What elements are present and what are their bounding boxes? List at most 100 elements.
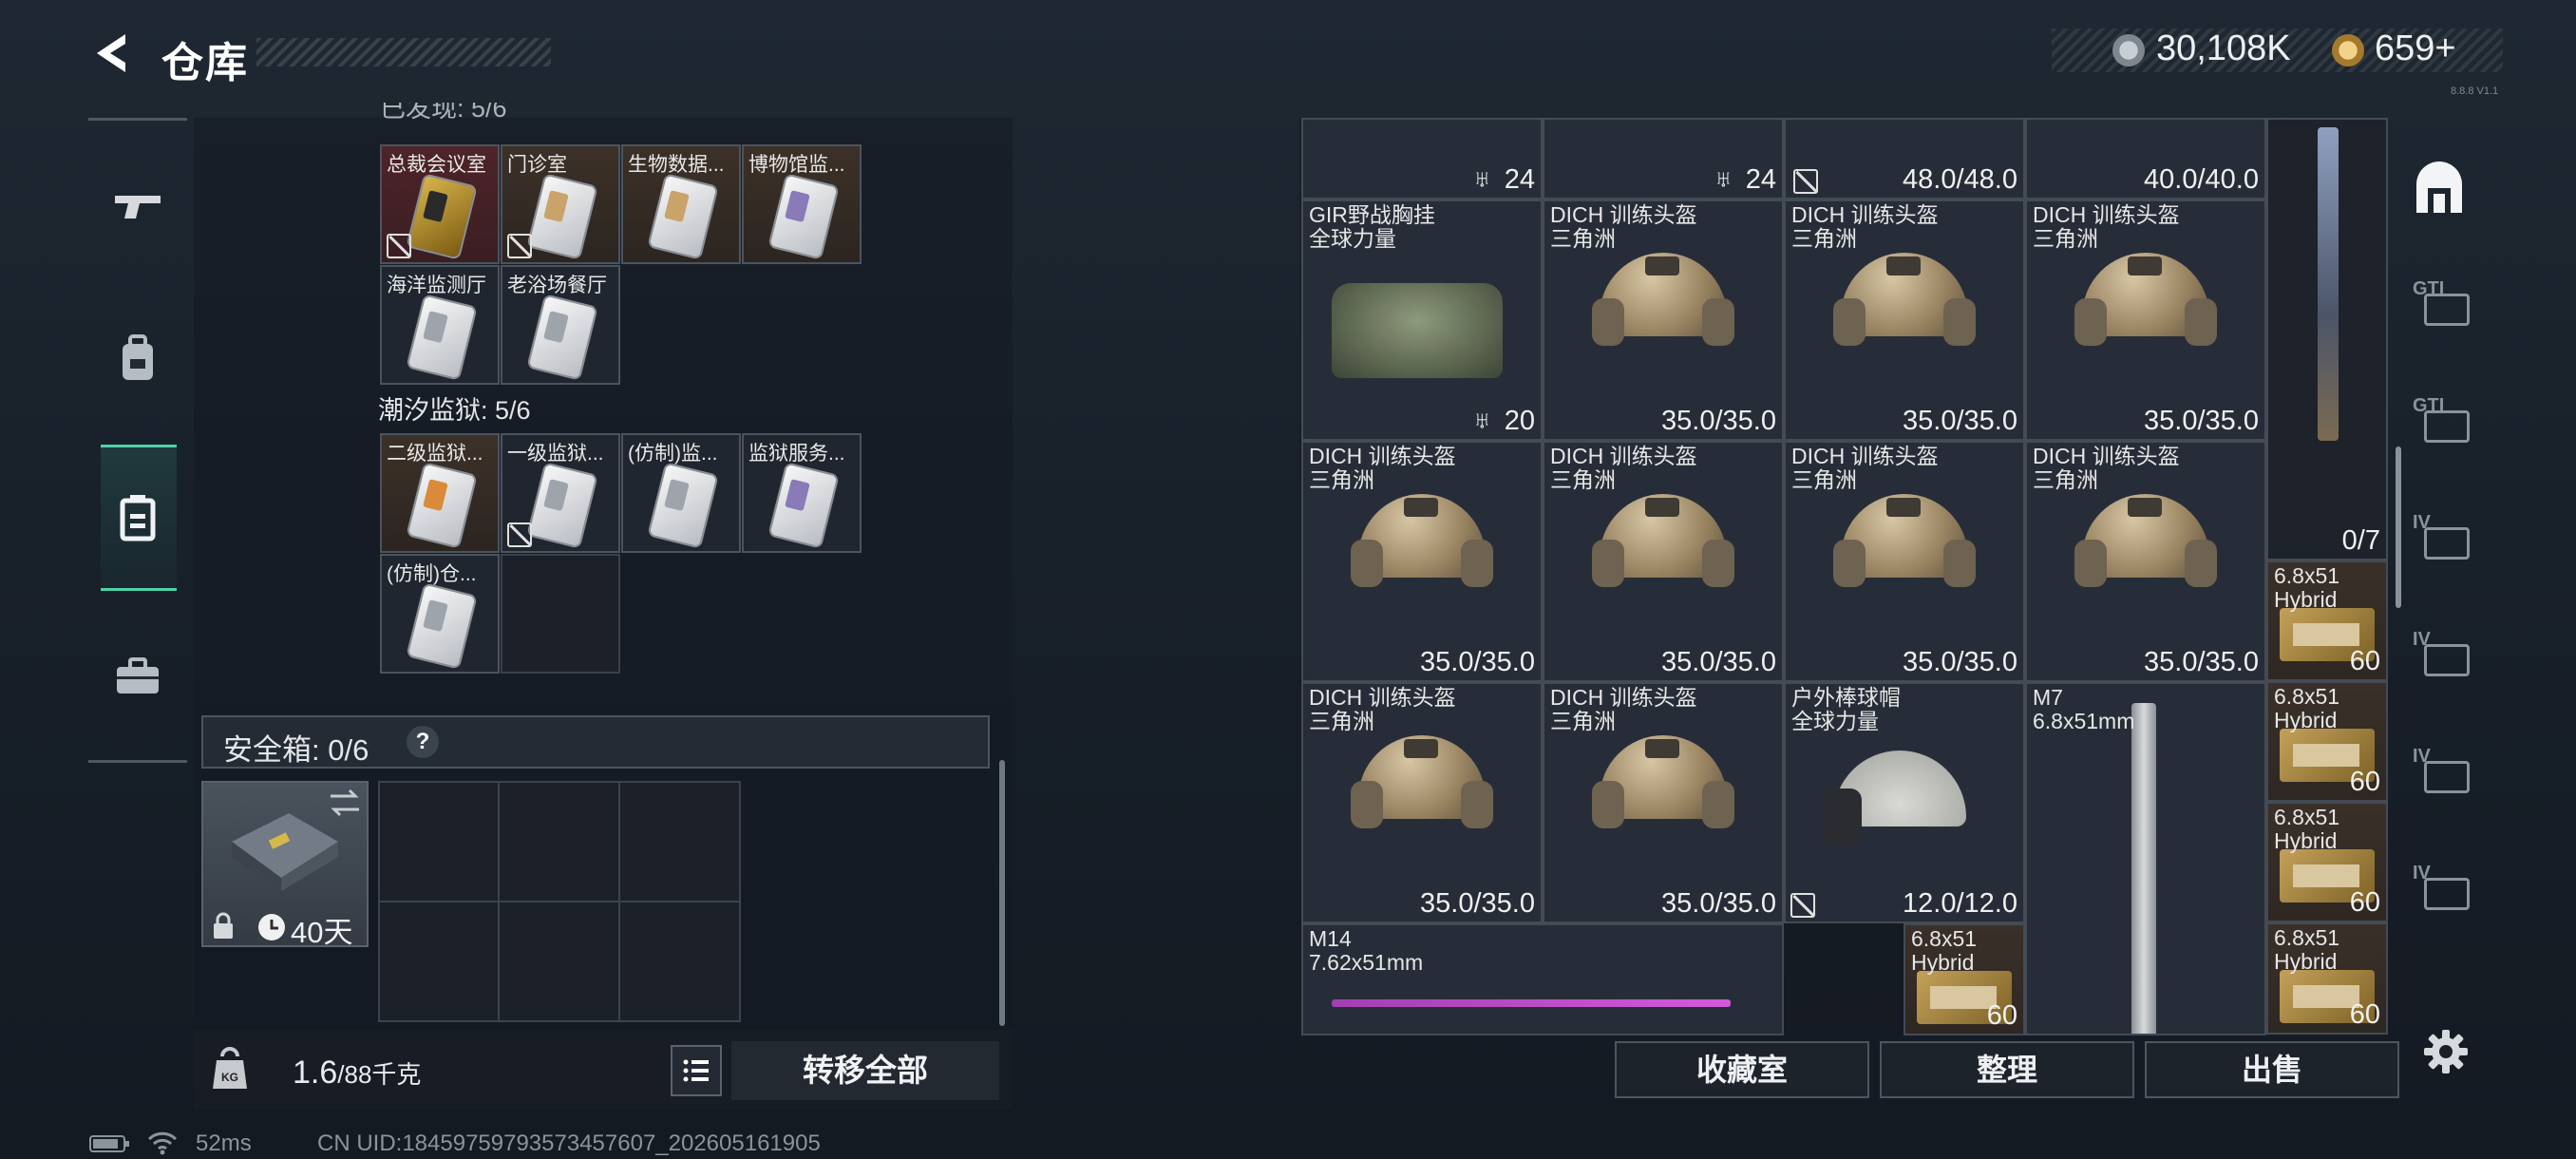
stash-item-slot[interactable]: DICH 训练头盔 三角洲 35.0/35.0	[1543, 682, 1784, 923]
helmet-earpiece	[1943, 540, 1976, 587]
iv-1-icon[interactable]: IV	[2411, 512, 2479, 571]
stash-item-slot[interactable]: 6.8x51 Hybrid 60	[2266, 560, 2388, 681]
collection-room-button[interactable]: 收藏室	[1615, 1041, 1869, 1098]
item-name: 6.8x51 Hybrid	[1911, 927, 1977, 975]
weapon-attachment-count: 0/7	[2341, 525, 2380, 556]
item-count-icon: ♅	[1472, 406, 1492, 434]
weight-readout: 1.6/88千克	[293, 1054, 421, 1092]
stash-item-slot[interactable]: DICH 训练头盔 三角洲 35.0/35.0	[1784, 200, 2025, 441]
stash-item-slot[interactable]: DICH 训练头盔 三角洲 35.0/35.0	[1784, 441, 2025, 682]
item-name-line1: GIR野战胸挂	[1309, 202, 1435, 227]
stash-item-slot[interactable]: DICH 训练头盔 三角洲 35.0/35.0	[1301, 682, 1543, 923]
keycard-slot[interactable]: 老浴场餐厅	[501, 265, 620, 385]
back-arrow-icon[interactable]	[87, 28, 137, 78]
keycard-slot[interactable]: 海洋监测厅	[380, 265, 500, 385]
swap-icon[interactable]	[327, 787, 363, 819]
briefcase-icon[interactable]	[100, 638, 176, 714]
no-trade-icon	[507, 522, 532, 547]
gear-icon[interactable]	[2420, 1026, 2472, 1077]
helmet-earpiece	[1833, 540, 1866, 587]
container-icon[interactable]	[100, 480, 176, 556]
keycard-name: 门诊室	[507, 154, 567, 176]
helmet-mount	[2128, 256, 2162, 276]
stash-item-slot[interactable]: 48.0/48.0	[1784, 118, 2025, 200]
stash-item-slot[interactable]: 6.8x51 Hybrid 60	[1904, 923, 2025, 1036]
keycard-chip	[543, 479, 569, 512]
keycard-name: (仿制)监...	[628, 443, 718, 465]
uid-readout: CN UID:18459759793573457607_202605161905	[317, 1130, 821, 1156]
keycard-slot[interactable]: 一级监狱...	[501, 433, 620, 553]
keycard-slot[interactable]: 监狱服务...	[742, 433, 862, 553]
list-view-button[interactable]	[671, 1045, 722, 1096]
empty-slot[interactable]	[501, 554, 620, 674]
iv-3-icon[interactable]: IV	[2411, 746, 2479, 805]
gold-coin-icon	[2332, 34, 2364, 66]
stash-item-slot[interactable]: 户外棒球帽 全球力量 12.0/12.0	[1784, 682, 2025, 923]
m14-rifle-icon	[1332, 999, 1731, 1007]
item-durability: 24	[1504, 164, 1535, 195]
category-glyph	[2424, 878, 2470, 910]
vault-icon[interactable]	[2411, 162, 2479, 220]
category-glyph	[2424, 410, 2470, 443]
keycard-icon	[406, 294, 478, 381]
helmet-mount	[1404, 498, 1438, 517]
organize-button[interactable]: 整理	[1880, 1041, 2134, 1098]
keycard-slot[interactable]: 门诊室	[501, 144, 620, 264]
backpack-icon[interactable]	[100, 321, 176, 397]
help-button[interactable]: ?	[407, 726, 439, 758]
stash-item-slot[interactable]: 40.0/40.0	[2025, 118, 2266, 200]
iv-4-icon[interactable]: IV	[2411, 863, 2479, 922]
keycard-slot[interactable]: 二级监狱...	[380, 433, 500, 553]
safe-box-grid[interactable]	[378, 781, 741, 1022]
stash-item-slot[interactable]: DICH 训练头盔 三角洲 35.0/35.0	[1301, 441, 1543, 682]
helmet-mount	[1886, 498, 1921, 517]
item-name-line2: 三角洲	[1550, 226, 1616, 251]
keycard-slot[interactable]: (仿制)仓...	[380, 554, 500, 674]
stash-item-slot[interactable]: 6.8x51 Hybrid 60	[2266, 922, 2388, 1035]
item-name: 6.8x51 Hybrid	[2274, 926, 2339, 974]
stash-item-slot[interactable]: GIR野战胸挂 全球力量 20 ♅	[1301, 200, 1543, 441]
stash-item-slot[interactable]: DICH 训练头盔 三角洲 35.0/35.0	[1543, 441, 1784, 682]
stash-item-slot[interactable]: 24 ♅	[1301, 118, 1543, 200]
gun-icon[interactable]	[100, 167, 176, 243]
item-name-line2: 三角洲	[1309, 467, 1374, 492]
keycard-icon	[526, 173, 598, 260]
item-name-line1: DICH 训练头盔	[1550, 444, 1697, 468]
stash-item-slot[interactable]: M7 6.8x51mm	[2025, 682, 2266, 1036]
safe-case-item[interactable]: 40天	[201, 781, 369, 949]
keycard-slot[interactable]: (仿制)监...	[621, 433, 741, 553]
keycard-name: 海洋监测厅	[387, 275, 486, 296]
stash-item-slot[interactable]: 0/7	[2266, 118, 2388, 560]
sell-button[interactable]: 出售	[2145, 1041, 2399, 1098]
stash-item-slot[interactable]: DICH 训练头盔 三角洲 35.0/35.0	[2025, 441, 2266, 682]
stash-item-slot[interactable]: 6.8x51 Hybrid 60	[2266, 802, 2388, 922]
item-durability: 20	[1504, 406, 1535, 436]
lock-icon	[214, 912, 233, 939]
stash-item-slot[interactable]: DICH 训练头盔 三角洲 35.0/35.0	[1543, 200, 1784, 441]
title-decoration	[256, 38, 551, 66]
keycard-slot[interactable]: 博物馆监...	[742, 144, 862, 264]
stash-item-slot[interactable]: M14 7.62x51mm	[1301, 923, 1784, 1036]
transfer-all-button[interactable]: 转移全部	[731, 1041, 999, 1100]
item-name: DICH 训练头盔 三角洲	[2033, 203, 2180, 251]
keycard-name: 监狱服务...	[748, 443, 845, 465]
helmet-earpiece	[1702, 540, 1734, 587]
keycard-slot[interactable]: 生物数据...	[621, 144, 741, 264]
item-name-line2: Hybrid	[2274, 828, 2338, 853]
iv-2-icon[interactable]: IV	[2411, 629, 2479, 688]
stash-item-slot[interactable]: 24 ♅	[1543, 118, 1784, 200]
nav-divider	[88, 118, 187, 121]
gti-icon[interactable]: GTI	[2411, 278, 2479, 337]
item-count: 60	[2349, 646, 2380, 676]
item-count: 60	[2349, 767, 2380, 797]
keycard-slot[interactable]: 总裁会议室	[380, 144, 500, 264]
stash-item-slot[interactable]: DICH 训练头盔 三角洲 35.0/35.0	[2025, 200, 2266, 441]
item-name-line1: 6.8x51	[2274, 805, 2340, 829]
item-name: DICH 训练头盔 三角洲	[1550, 203, 1697, 251]
helmet-earpiece	[1592, 298, 1624, 346]
keycard-chip	[785, 479, 810, 512]
gti-2-icon[interactable]: GTI	[2411, 395, 2479, 454]
stash-item-slot[interactable]: 6.8x51 Hybrid 60	[2266, 681, 2388, 802]
keycard-name: 总裁会议室	[387, 154, 486, 176]
left-scrollbar[interactable]	[999, 760, 1005, 1026]
